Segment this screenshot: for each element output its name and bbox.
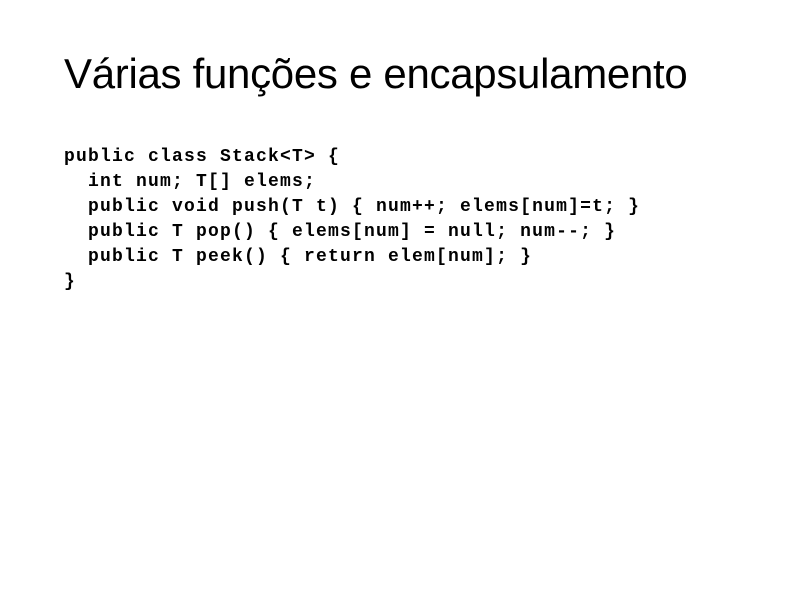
slide: Várias funções e encapsulamento public c…: [0, 0, 794, 595]
code-line-fields: int num; T[] elems;: [64, 172, 317, 192]
code-block: public class Stack<T> { int num; T[] ele…: [64, 145, 640, 295]
code-line-push-method: public void push(T t) { num++; elems[num…: [64, 197, 641, 217]
code-line-peek-method: public T peek() { return elem[num]; }: [64, 247, 533, 267]
code-line-closing-brace: }: [64, 272, 77, 292]
code-line-pop-method: public T pop() { elems[num] = null; num-…: [64, 222, 617, 242]
slide-title: Várias funções e encapsulamento: [64, 50, 688, 97]
code-line-class-declaration: public class Stack<T> {: [64, 147, 341, 167]
